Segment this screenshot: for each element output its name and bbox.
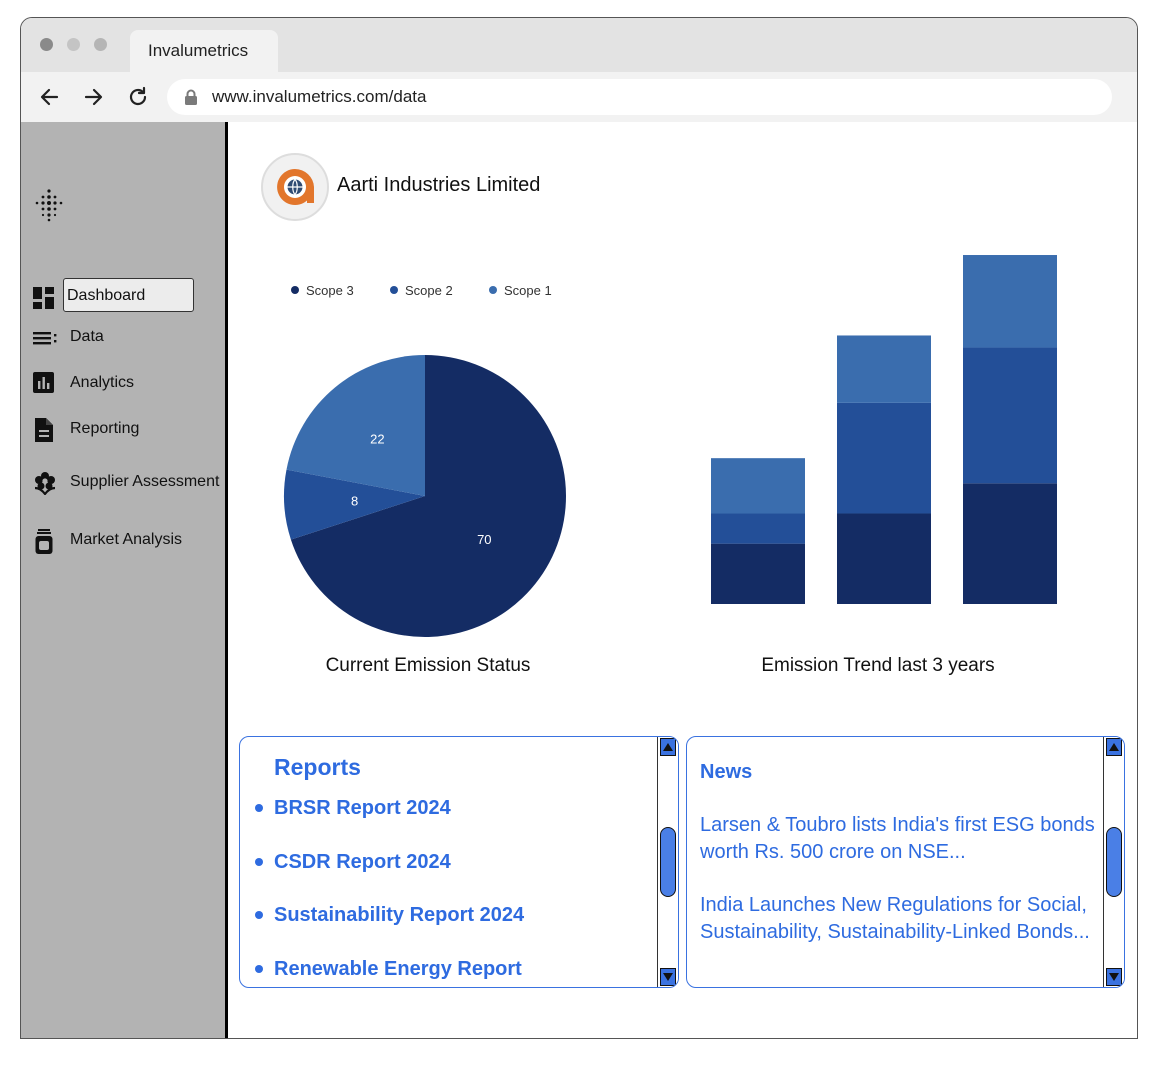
legend-item: Scope 1 bbox=[489, 283, 552, 298]
legend-label: Scope 1 bbox=[504, 283, 552, 298]
legend-label: Scope 2 bbox=[405, 283, 453, 298]
news-link[interactable]: India Launches New Regulations for Socia… bbox=[700, 892, 1095, 946]
list-bullet bbox=[255, 965, 263, 973]
news-scrollbar[interactable] bbox=[1103, 737, 1124, 987]
stacked-bar-chart bbox=[711, 255, 1057, 604]
pie-data-label: 22 bbox=[370, 431, 384, 446]
bar-segment-scope-2[interactable] bbox=[711, 513, 805, 544]
browser-window: Invalumetrics www.invalumetrics.com/data bbox=[20, 17, 1138, 1039]
report-link[interactable]: Renewable Energy Report bbox=[274, 958, 522, 981]
scroll-down-icon[interactable] bbox=[660, 968, 676, 986]
sidebar-item-supplier-assessment[interactable]: Supplier Assessment bbox=[21, 467, 225, 497]
browser-toolbar: www.invalumetrics.com/data bbox=[21, 72, 1137, 122]
scroll-thumb[interactable] bbox=[660, 827, 676, 897]
scroll-thumb[interactable] bbox=[1106, 827, 1122, 897]
bar-chart-title: Emission Trend last 3 years bbox=[761, 655, 995, 676]
reports-panel: Reports BRSR Report 2024 CSDR Report 202… bbox=[239, 736, 679, 988]
sidebar-item-label: Data bbox=[70, 328, 104, 345]
document-icon bbox=[33, 418, 55, 442]
close-window-button[interactable] bbox=[40, 38, 53, 51]
list-bullet bbox=[255, 858, 263, 866]
sidebar-item-reporting[interactable]: Reporting bbox=[21, 414, 225, 444]
main-content: Aarti Industries Limited Scope 3 Scope 2… bbox=[228, 122, 1137, 1038]
address-bar[interactable]: www.invalumetrics.com/data bbox=[167, 79, 1112, 115]
legend-swatch bbox=[390, 286, 398, 294]
legend-item: Scope 3 bbox=[291, 283, 354, 298]
news-title: News bbox=[700, 761, 753, 783]
pie-chart-title: Current Emission Status bbox=[325, 655, 531, 676]
flower-icon bbox=[33, 471, 56, 496]
app-logo-icon[interactable] bbox=[32, 188, 66, 227]
report-link[interactable]: CSDR Report 2024 bbox=[274, 851, 451, 874]
pie-data-label: 8 bbox=[351, 493, 358, 508]
legend-swatch bbox=[291, 286, 299, 294]
news-link[interactable]: Larsen & Toubro lists India's first ESG … bbox=[700, 812, 1095, 866]
list-icon bbox=[33, 326, 57, 348]
pie-chart: 70 8 22 bbox=[284, 355, 566, 637]
legend-label: Scope 3 bbox=[306, 283, 354, 298]
legend-item: Scope 2 bbox=[390, 283, 453, 298]
sidebar-item-analytics[interactable]: Analytics bbox=[21, 368, 225, 398]
list-bullet bbox=[255, 804, 263, 812]
report-link[interactable]: Sustainability Report 2024 bbox=[274, 904, 524, 927]
reload-icon[interactable] bbox=[125, 84, 151, 110]
minimize-window-button[interactable] bbox=[67, 38, 80, 51]
bar-segment-scope-2[interactable] bbox=[837, 402, 931, 514]
report-link[interactable]: BRSR Report 2024 bbox=[274, 797, 451, 820]
legend-swatch bbox=[489, 286, 497, 294]
bar-segment-scope-1[interactable] bbox=[963, 255, 1057, 348]
company-name: Aarti Industries Limited bbox=[337, 174, 541, 196]
sidebar-item-data[interactable]: Data bbox=[21, 322, 225, 352]
sidebar: Dashboard Data Analytics Reporting Suppl bbox=[21, 122, 228, 1038]
jar-icon bbox=[33, 529, 55, 554]
scroll-up-icon[interactable] bbox=[1106, 738, 1122, 756]
sidebar-item-label: Market Analysis bbox=[70, 531, 183, 548]
forward-icon[interactable] bbox=[80, 84, 106, 110]
bar-segment-scope-1[interactable] bbox=[837, 335, 931, 403]
maximize-window-button[interactable] bbox=[94, 38, 107, 51]
lock-icon bbox=[184, 89, 198, 110]
reports-title: Reports bbox=[274, 754, 361, 780]
company-logo bbox=[261, 153, 329, 221]
sidebar-item-label: Reporting bbox=[70, 420, 140, 437]
bar-segment-scope-1[interactable] bbox=[711, 458, 805, 514]
sidebar-item-dashboard[interactable]: Dashboard bbox=[21, 278, 225, 313]
url-text[interactable]: www.invalumetrics.com/data bbox=[212, 87, 426, 107]
sidebar-item-label: Dashboard bbox=[63, 278, 194, 312]
bar-chart-icon bbox=[33, 372, 55, 394]
bar-segment-scope-2[interactable] bbox=[963, 347, 1057, 484]
list-bullet bbox=[255, 911, 263, 919]
scroll-up-icon[interactable] bbox=[660, 738, 676, 756]
browser-tab[interactable]: Invalumetrics bbox=[130, 30, 278, 72]
browser-titlebar: Invalumetrics bbox=[21, 18, 1137, 72]
bar-segment-scope-3[interactable] bbox=[837, 513, 931, 604]
back-icon[interactable] bbox=[37, 84, 63, 110]
bar-segment-scope-3[interactable] bbox=[711, 543, 805, 604]
sidebar-item-label: Analytics bbox=[70, 374, 135, 391]
sidebar-item-market-analysis[interactable]: Market Analysis bbox=[21, 525, 225, 555]
reports-scrollbar[interactable] bbox=[657, 737, 678, 987]
news-panel: News Larsen & Toubro lists India's first… bbox=[686, 736, 1125, 988]
sidebar-item-label: Supplier Assessment bbox=[70, 473, 220, 490]
bar-segment-scope-3[interactable] bbox=[963, 483, 1057, 604]
pie-data-label: 70 bbox=[477, 532, 491, 547]
dashboard-icon bbox=[33, 287, 55, 309]
scroll-down-icon[interactable] bbox=[1106, 968, 1122, 986]
